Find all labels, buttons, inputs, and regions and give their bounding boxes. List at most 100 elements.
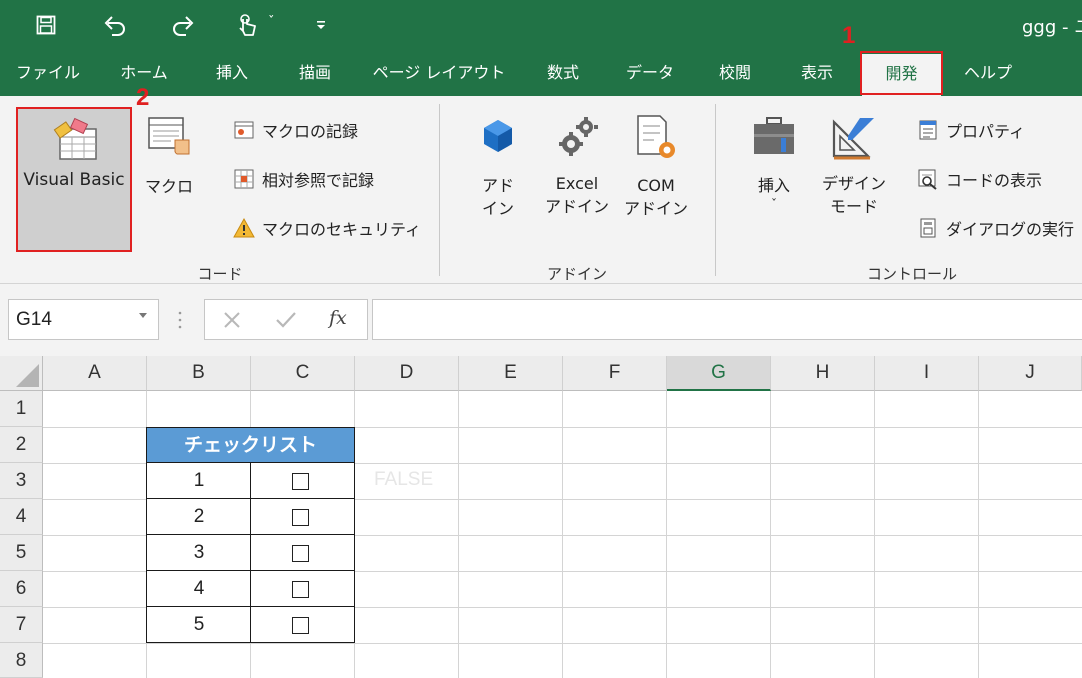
column-header-f[interactable]: F bbox=[563, 356, 667, 391]
design-mode-label-2: モード bbox=[829, 197, 878, 216]
checkbox[interactable] bbox=[292, 473, 309, 490]
tab-formulas[interactable]: 数式 bbox=[537, 50, 589, 96]
table-cell[interactable]: 1 bbox=[146, 463, 251, 499]
record-macro-button[interactable]: マクロの記録 bbox=[232, 118, 358, 142]
tab-review[interactable]: 校閲 bbox=[709, 50, 761, 96]
formula-input[interactable] bbox=[372, 299, 1082, 340]
column-header-e[interactable]: E bbox=[459, 356, 563, 391]
checkbox[interactable] bbox=[292, 545, 309, 562]
macros-icon bbox=[148, 117, 190, 155]
checkbox[interactable] bbox=[292, 617, 309, 634]
column-header-c[interactable]: C bbox=[251, 356, 355, 391]
table-cell[interactable] bbox=[250, 571, 355, 607]
excel-addins-button[interactable]: Excel アドイン bbox=[545, 114, 609, 218]
tab-view[interactable]: 表示 bbox=[791, 50, 843, 96]
design-mode-button[interactable]: デザイン モード bbox=[820, 114, 888, 218]
save-icon[interactable] bbox=[31, 10, 61, 40]
addins-icon bbox=[484, 120, 512, 152]
macros-button[interactable]: マクロ bbox=[143, 114, 195, 198]
item-number: 1 bbox=[193, 470, 205, 491]
table-cell[interactable] bbox=[250, 463, 355, 499]
tab-help[interactable]: ヘルプ bbox=[955, 50, 1021, 96]
tab-file[interactable]: ファイル bbox=[15, 50, 81, 96]
group-separator bbox=[439, 104, 440, 276]
cancel-icon[interactable] bbox=[223, 311, 241, 329]
title-bar: ˇ ggg - ユ bbox=[0, 0, 1082, 50]
undo-icon[interactable] bbox=[100, 10, 130, 40]
column-header-h[interactable]: H bbox=[771, 356, 875, 391]
macro-security-button[interactable]: マクロのセキュリティ bbox=[232, 216, 421, 240]
addins-group-label: アドイン bbox=[546, 265, 607, 283]
insert-control-button[interactable]: 挿入 ˇ bbox=[748, 116, 800, 211]
column-header-d[interactable]: D bbox=[355, 356, 459, 391]
tab-draw[interactable]: 描画 bbox=[289, 50, 341, 96]
visual-basic-label: Visual Basic bbox=[23, 170, 125, 190]
tab-data[interactable]: データ bbox=[617, 50, 683, 96]
checkbox[interactable] bbox=[292, 509, 309, 526]
checkbox[interactable] bbox=[292, 581, 309, 598]
step-marker-1: 1 bbox=[842, 22, 856, 49]
run-dialog-button[interactable]: ダイアログの実行 bbox=[916, 216, 1074, 240]
drag-handle-icon[interactable] bbox=[177, 310, 183, 330]
addins-label-2: イン bbox=[481, 199, 514, 218]
item-number: 5 bbox=[193, 614, 205, 635]
insert-control-label: 挿入 bbox=[757, 176, 790, 195]
gears-icon bbox=[559, 117, 598, 156]
name-box[interactable]: G14 bbox=[8, 299, 159, 340]
touch-dropdown-icon[interactable]: ˇ bbox=[268, 15, 275, 30]
addins-button[interactable]: アド イン bbox=[474, 116, 522, 220]
com-addins-label-2: アドイン bbox=[624, 199, 689, 218]
run-dialog-icon bbox=[916, 216, 940, 240]
select-all-button[interactable] bbox=[0, 356, 43, 391]
excel-addins-label-1: Excel bbox=[555, 174, 599, 193]
macro-security-label: マクロのセキュリティ bbox=[262, 220, 422, 239]
column-header-i[interactable]: I bbox=[875, 356, 979, 391]
table-cell[interactable]: 5 bbox=[146, 607, 251, 643]
toolbox-icon bbox=[754, 117, 794, 154]
step-marker-2: 2 bbox=[136, 84, 150, 111]
row-header-7[interactable]: 7 bbox=[0, 607, 43, 643]
insert-function-icon[interactable]: fx bbox=[329, 307, 347, 329]
table-cell[interactable]: 3 bbox=[146, 535, 251, 571]
table-cell[interactable]: 2 bbox=[146, 499, 251, 535]
table-cell[interactable] bbox=[250, 607, 355, 643]
visual-basic-button[interactable]: Visual Basic bbox=[16, 107, 132, 252]
design-mode-icon bbox=[832, 118, 874, 160]
insert-dropdown-icon: ˇ bbox=[771, 197, 777, 211]
relative-reference-button[interactable]: 相対参照で記録 bbox=[232, 167, 374, 191]
row-header-8[interactable]: 8 bbox=[0, 643, 43, 678]
design-mode-label-1: デザイン bbox=[821, 174, 886, 193]
linked-cell-value[interactable]: FALSE bbox=[374, 469, 433, 491]
view-code-button[interactable]: コードの表示 bbox=[916, 167, 1042, 191]
redo-icon[interactable] bbox=[168, 10, 198, 40]
table-cell[interactable]: 4 bbox=[146, 571, 251, 607]
relative-reference-icon bbox=[232, 167, 256, 191]
row-header-5[interactable]: 5 bbox=[0, 535, 43, 571]
name-box-dropdown-icon[interactable] bbox=[139, 313, 147, 318]
tab-insert[interactable]: 挿入 bbox=[206, 50, 258, 96]
view-code-label: コードの表示 bbox=[946, 171, 1043, 190]
row-header-2[interactable]: 2 bbox=[0, 427, 43, 463]
column-header-j[interactable]: J bbox=[979, 356, 1082, 391]
checklist-header[interactable]: チェックリスト bbox=[146, 427, 355, 463]
row-header-1[interactable]: 1 bbox=[0, 391, 43, 427]
properties-label: プロパティ bbox=[946, 122, 1026, 141]
column-header-b[interactable]: B bbox=[147, 356, 251, 391]
worksheet-grid: A B C D E F G H I J 1 2 3 4 5 6 7 8 チェック… bbox=[0, 356, 1082, 678]
column-header-a[interactable]: A bbox=[43, 356, 147, 391]
properties-button[interactable]: プロパティ bbox=[916, 118, 1025, 142]
column-header-g[interactable]: G bbox=[667, 356, 771, 391]
table-cell[interactable] bbox=[250, 535, 355, 571]
row-header-3[interactable]: 3 bbox=[0, 463, 43, 499]
com-addins-button[interactable]: COM アドイン bbox=[624, 114, 688, 220]
row-header-4[interactable]: 4 bbox=[0, 499, 43, 535]
formula-buttons: fx bbox=[204, 299, 368, 340]
enter-icon[interactable] bbox=[275, 311, 297, 329]
touch-mode-icon[interactable] bbox=[232, 10, 262, 40]
tab-page-layout[interactable]: ページ レイアウト bbox=[370, 50, 508, 96]
code-group-label: コード bbox=[197, 265, 243, 283]
row-header-6[interactable]: 6 bbox=[0, 571, 43, 607]
excel-addins-label-2: アドイン bbox=[545, 197, 610, 216]
table-cell[interactable] bbox=[250, 499, 355, 535]
customize-toolbar-icon[interactable] bbox=[306, 10, 336, 40]
